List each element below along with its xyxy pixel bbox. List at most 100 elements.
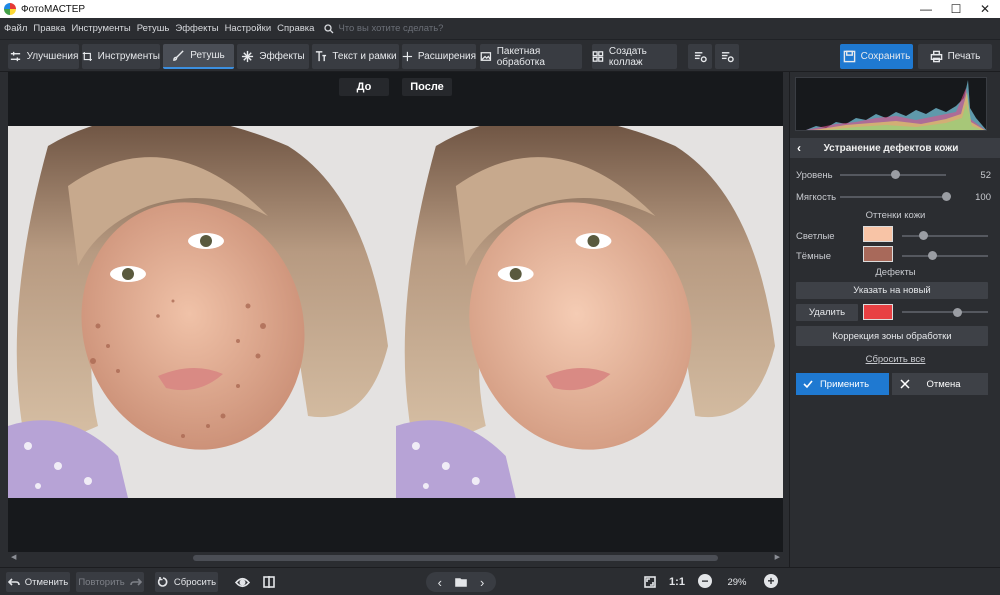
floppy-icon (843, 50, 855, 63)
zone-correction-button[interactable]: Коррекция зоны обработки (796, 326, 988, 346)
preview-toggle-button[interactable] (231, 572, 253, 592)
print-button[interactable]: Печать (918, 44, 992, 69)
scroll-left-icon[interactable]: ◀ (11, 553, 16, 561)
softness-slider-track[interactable] (840, 196, 946, 198)
next-icon[interactable]: › (480, 575, 484, 590)
dark-slider-track[interactable] (902, 255, 988, 257)
tab-text-frames[interactable]: Текст и рамки (312, 44, 399, 69)
softness-slider-knob[interactable] (941, 192, 951, 201)
tab-tools[interactable]: Инструменты (82, 44, 160, 69)
defect-slider-track[interactable] (902, 311, 988, 313)
level-label: Уровень (796, 169, 833, 181)
menu-settings[interactable]: Настройки (225, 23, 272, 34)
light-slider-knob[interactable] (919, 231, 928, 240)
dark-color-swatch[interactable] (863, 246, 893, 262)
redo-button[interactable]: Повторить (76, 572, 144, 592)
actual-size-button[interactable]: 1:1 (666, 572, 688, 592)
preset-add-button[interactable] (688, 44, 712, 69)
tab-label: Текст и рамки (332, 51, 397, 62)
search-icon (324, 23, 334, 33)
reset-label: Сбросить (173, 576, 217, 588)
collage-label: Создать коллаж (608, 45, 647, 68)
before-label: До (339, 78, 389, 96)
menu-retouch[interactable]: Ретушь (137, 23, 170, 34)
image-canvas[interactable]: До После (8, 72, 783, 552)
cancel-label: Отмена (926, 378, 961, 390)
fit-to-screen-button[interactable] (640, 572, 660, 592)
text-icon (316, 51, 327, 62)
scrollbar-thumb[interactable] (193, 555, 718, 561)
scroll-right-icon[interactable]: ▶ (775, 553, 780, 561)
apply-label: Применить (819, 378, 870, 390)
histogram (795, 77, 987, 131)
level-value: 52 (980, 169, 991, 181)
search-input[interactable]: Что вы хотите сделать? (338, 23, 443, 34)
sliders-icon (10, 51, 20, 62)
check-icon (803, 380, 813, 389)
horizontal-scrollbar[interactable]: ◀ ▶ (8, 553, 783, 563)
softness-label: Мягкость (796, 191, 837, 203)
panel-title: Устранение дефектов кожи (823, 142, 959, 154)
minimize-button[interactable]: — (911, 0, 941, 18)
defect-row: Удалить (796, 304, 991, 321)
zoom-in-icon[interactable]: + (764, 574, 778, 588)
reset-button[interactable]: Сбросить (155, 572, 218, 592)
tab-retouch[interactable]: Ретушь (163, 44, 234, 69)
dark-label: Тёмные (796, 250, 831, 262)
light-color-swatch[interactable] (863, 226, 893, 242)
grid-icon (592, 51, 604, 62)
apply-button[interactable]: Применить (796, 373, 889, 395)
redo-icon (129, 578, 142, 586)
skin-tones-heading: Оттенки кожи (865, 210, 926, 221)
create-collage-button[interactable]: Создать коллаж (592, 44, 677, 69)
cancel-button[interactable]: Отмена (892, 373, 988, 395)
zoom-percent[interactable]: 29% (720, 572, 754, 592)
retouch-panel: ‹ Устранение дефектов кожи Уровень 52 Мя… (789, 72, 1000, 567)
preset-save-button[interactable] (715, 44, 739, 69)
title-bar: ФотоМАСТЕР — ☐ ✕ (0, 0, 1000, 18)
softness-value: 100 (975, 191, 991, 203)
sparkle-icon (242, 50, 254, 63)
reset-all-link[interactable]: Сбросить все (790, 354, 1000, 365)
tab-label: Улучшения (26, 51, 79, 62)
tab-effects[interactable]: Эффекты (237, 44, 309, 69)
defect-slider-knob[interactable] (953, 308, 963, 317)
reset-icon (157, 577, 168, 587)
save-button[interactable]: Сохранить (840, 44, 913, 69)
level-slider-row: Уровень 52 (796, 168, 991, 182)
menu-file[interactable]: Файл (4, 23, 27, 34)
image-icon (480, 52, 492, 61)
tab-enhancements[interactable]: Улучшения (8, 44, 79, 69)
brush-icon (173, 50, 184, 61)
tab-label: Ретушь (190, 50, 225, 61)
window-title: ФотоМАСТЕР (21, 3, 86, 15)
main-toolbar: Улучшения Инструменты Ретушь Эффекты Тек… (0, 40, 1000, 72)
plus-icon (402, 51, 413, 62)
undo-button[interactable]: Отменить (6, 572, 70, 592)
menu-effects[interactable]: Эффекты (175, 23, 218, 34)
menu-edit[interactable]: Правка (33, 23, 65, 34)
menu-help[interactable]: Справка (277, 23, 314, 34)
previous-icon[interactable]: ‹ (438, 575, 442, 590)
after-photo (396, 126, 783, 498)
defects-heading: Дефекты (875, 267, 916, 278)
search-box[interactable]: Что вы хотите сделать? (324, 23, 443, 34)
close-button[interactable]: ✕ (970, 0, 1000, 18)
compare-view-button[interactable] (258, 572, 280, 592)
light-slider-track[interactable] (902, 235, 988, 237)
remove-button[interactable]: Удалить (796, 304, 858, 321)
print-label: Печать (947, 51, 981, 62)
maximize-button[interactable]: ☐ (941, 0, 971, 18)
tab-extensions[interactable]: Расширения (402, 44, 476, 69)
level-slider-knob[interactable] (890, 170, 900, 179)
dark-slider-knob[interactable] (927, 251, 937, 260)
tab-label: Эффекты (259, 51, 305, 62)
list-download-icon (721, 52, 734, 63)
specify-new-button[interactable]: Указать на новый (796, 282, 988, 299)
menu-tools[interactable]: Инструменты (71, 23, 130, 34)
before-photo (8, 126, 396, 498)
folder-icon[interactable] (455, 576, 467, 588)
defect-color-swatch[interactable] (863, 304, 893, 320)
zoom-out-icon[interactable]: − (698, 574, 712, 588)
batch-processing-button[interactable]: Пакетная обработка (480, 44, 582, 69)
